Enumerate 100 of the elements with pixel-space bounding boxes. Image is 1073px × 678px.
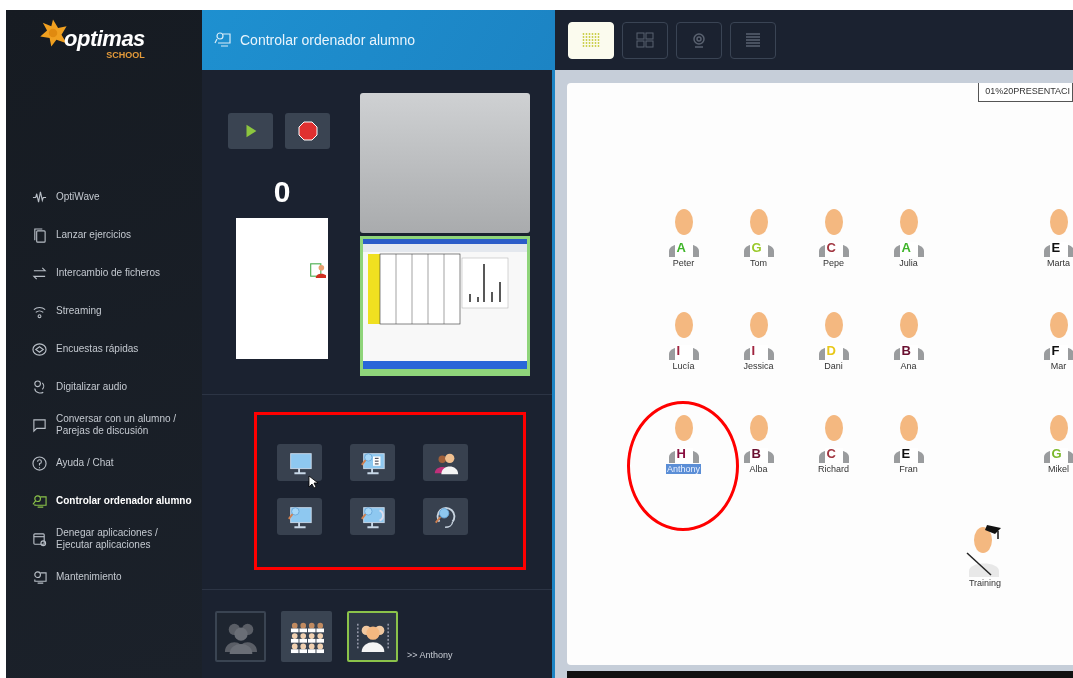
dot-grid-icon — [581, 32, 601, 48]
student-seat[interactable]: I Jessica — [721, 312, 796, 415]
help-icon — [32, 455, 47, 471]
student-name: Tom — [749, 258, 768, 268]
tile-view-button[interactable] — [622, 21, 668, 59]
student-name: Mikel — [1047, 464, 1070, 474]
selection-button[interactable] — [347, 611, 398, 662]
sidebar-item[interactable]: Conversar con un alumno / Parejas de discusión — [6, 406, 202, 444]
panel-title: Controlar ordenador alumno — [240, 32, 416, 48]
student-avatar-icon — [666, 312, 701, 360]
sidebar-item[interactable]: Ayuda / Chat — [6, 444, 202, 482]
student-seat[interactable]: F Mar — [1021, 312, 1073, 415]
student-seat[interactable]: E Fran — [871, 415, 946, 518]
list-icon — [743, 32, 763, 48]
swap-arrows-icon — [32, 265, 47, 281]
student-name: Marta — [1046, 258, 1071, 268]
student-seat[interactable]: C Richard — [796, 415, 871, 518]
stop-button[interactable] — [285, 113, 330, 149]
target-label: >> Anthony — [407, 650, 453, 660]
student-name: Lucía — [671, 361, 696, 371]
student-seat[interactable]: G Tom — [721, 209, 796, 312]
sidebar-item[interactable]: Controlar ordenador alumno — [6, 482, 202, 520]
group-letter: E — [1051, 240, 1061, 255]
student-seat[interactable]: D Dani — [796, 312, 871, 415]
group-letter: A — [676, 240, 686, 255]
group-letter: C — [826, 240, 836, 255]
dot-grid-view-button[interactable] — [568, 21, 614, 59]
sidebar-item[interactable]: Denegar aplicaciones / Ejecutar aplicaciones — [6, 520, 202, 558]
student-avatar-icon — [891, 209, 926, 257]
student-avatar-icon — [816, 415, 851, 463]
headset-search-button[interactable] — [423, 498, 468, 535]
student-name: Alba — [748, 464, 769, 474]
monitor-user-icon — [214, 31, 232, 49]
users-button[interactable] — [423, 444, 468, 481]
sidebar-item[interactable]: Digitalizar audio — [6, 368, 202, 406]
stop-icon — [297, 121, 318, 141]
group-letter: F — [1051, 343, 1060, 358]
pie-chart-icon — [32, 341, 47, 357]
student-name: Peter — [671, 258, 696, 268]
monitor-headset-button[interactable] — [350, 498, 395, 535]
student-seat[interactable]: A Julia — [871, 209, 946, 312]
chat-icon — [32, 417, 47, 433]
logo-subtitle: SCHOOL — [106, 50, 145, 60]
student-avatar-icon — [741, 209, 776, 257]
sidebar-item[interactable]: Mantenimiento — [6, 558, 202, 596]
group-letter: I — [751, 343, 756, 358]
group-letter: A — [901, 240, 911, 255]
sidebar-item[interactable]: Streaming — [6, 292, 202, 330]
student-name: Pepe — [822, 258, 845, 268]
sidebar-item[interactable]: Lanzar ejercicios — [6, 216, 202, 254]
group-letter: C — [826, 446, 836, 461]
file-name-field[interactable]: 01%20PRESENTACI — [978, 83, 1073, 102]
student-seat[interactable]: B Alba — [721, 415, 796, 518]
person-sound-icon — [32, 379, 47, 395]
student-name: Mar — [1049, 361, 1068, 371]
group-button[interactable] — [215, 611, 266, 662]
student-name: Ana — [899, 361, 918, 371]
student-seat[interactable]: A Peter — [646, 209, 721, 312]
student-seat[interactable]: C Pepe — [796, 209, 871, 312]
logo-wordmark: optimas — [64, 28, 145, 50]
student-avatar-icon — [891, 312, 926, 360]
student-avatar-icon — [816, 209, 851, 257]
student-seat[interactable]: E Marta — [1021, 209, 1073, 312]
student-name: Anthony — [666, 464, 701, 474]
group-letter: G — [751, 240, 762, 255]
monitor-search-button[interactable] — [277, 498, 322, 535]
group-letter: I — [676, 343, 681, 358]
student-avatar-icon — [891, 415, 926, 463]
student-name: Jessica — [742, 361, 775, 371]
student-seat[interactable]: I Lucía — [646, 312, 721, 415]
play-button[interactable] — [228, 113, 273, 149]
group-letter: B — [901, 343, 911, 358]
student-name: Fran — [898, 464, 919, 474]
monitor-user-icon — [32, 493, 47, 509]
group-letter: B — [751, 446, 761, 461]
user-screen-icon — [310, 261, 326, 279]
student-avatar-icon — [741, 312, 776, 360]
group-letter: G — [1051, 446, 1062, 461]
monitor-gear-icon — [32, 569, 47, 585]
mouse-cursor-icon — [308, 475, 318, 489]
student-seat[interactable]: G Mikel — [1021, 415, 1073, 518]
screen-thumbnail[interactable] — [236, 218, 328, 359]
student-name: Dani — [823, 361, 844, 371]
group-letter: H — [676, 446, 686, 461]
student-seat[interactable]: H Anthony — [646, 415, 721, 518]
student-seat[interactable]: B Ana — [871, 312, 946, 415]
wave-icon — [32, 189, 47, 205]
monitor-button[interactable] — [277, 444, 322, 481]
teacher-seat[interactable]: Training — [965, 523, 1005, 588]
sidebar-item[interactable]: Encuestas rápidas — [6, 330, 202, 368]
student-name: Julia — [898, 258, 919, 268]
copy-icon — [32, 227, 47, 243]
monitor-zoom-button[interactable] — [350, 444, 395, 481]
counter: 0 — [273, 175, 291, 209]
window-gear-icon — [32, 531, 47, 547]
sidebar-item[interactable]: OptiWave — [6, 178, 202, 216]
class-grid-button[interactable] — [281, 611, 332, 662]
student-name: Richard — [817, 464, 850, 474]
sidebar-item[interactable]: Intercambio de ficheros — [6, 254, 202, 292]
tile-icon — [635, 32, 655, 48]
